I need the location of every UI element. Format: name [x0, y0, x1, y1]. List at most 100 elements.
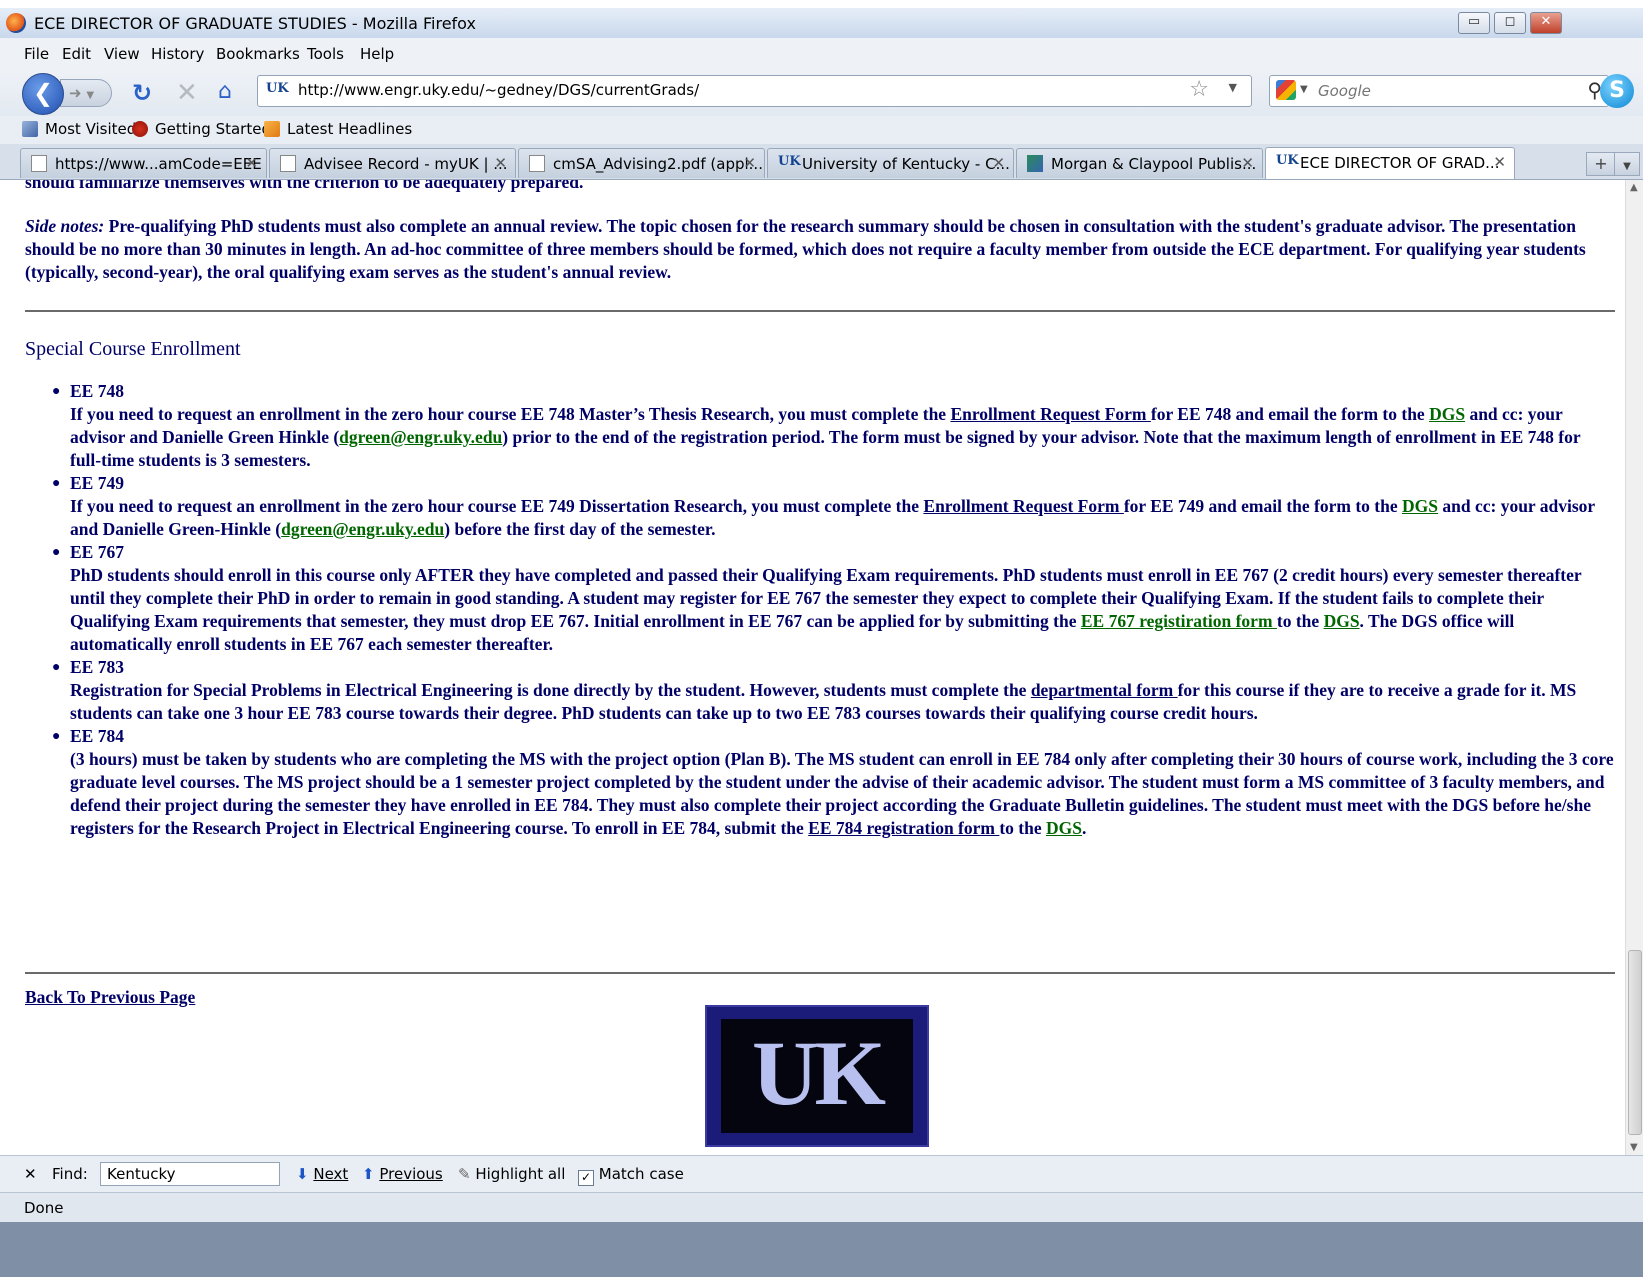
uk-logo: UK [705, 1005, 929, 1147]
close-tab-icon[interactable]: ✕ [245, 154, 258, 172]
find-previous-button[interactable]: ⬆ Previous [362, 1165, 443, 1183]
page-content: should familiarize themselves with the c… [15, 180, 1625, 1155]
tab-3[interactable]: cmSA_Advising2.pdf (appl... ✕ [518, 148, 765, 178]
skype-icon[interactable]: S [1600, 74, 1634, 108]
close-window-button[interactable]: ✕ [1530, 12, 1562, 34]
tab-5[interactable]: Morgan & Claypool Publis... ✕ [1016, 148, 1263, 178]
tab-1[interactable]: https://www...amCode=EEE ✕ [20, 148, 267, 178]
home-button[interactable]: ⌂ [218, 79, 232, 104]
bookmarks-toolbar: Most Visited Getting Started Latest Head… [0, 116, 1643, 144]
rss-feed-icon [264, 121, 280, 137]
menu-bookmarks[interactable]: Bookmarks [216, 45, 300, 63]
enrollment-request-form-link[interactable]: Enrollment Request Form [950, 404, 1150, 424]
back-arrow-icon: ❮ [32, 79, 54, 107]
bookmark-latest-headlines[interactable]: Latest Headlines [264, 120, 412, 138]
close-tab-icon[interactable]: ✕ [743, 154, 756, 172]
close-tab-icon[interactable]: ✕ [1493, 153, 1506, 171]
menu-view[interactable]: View [104, 45, 140, 63]
home-icon: ⌂ [218, 79, 232, 104]
list-item-ee784: ● EE 784 (3 hours) must be taken by stud… [52, 726, 1614, 838]
menu-tools[interactable]: Tools [307, 45, 344, 63]
list-item-ee783: ● EE 783 Registration for Special Proble… [52, 656, 1615, 725]
enrollment-request-form-link[interactable]: Enrollment Request Form [923, 496, 1123, 516]
desktop-background [0, 1222, 1643, 1277]
side-notes-paragraph: Side notes: Pre-qualifying PhD students … [25, 216, 1586, 282]
course-code: EE 749 [70, 473, 124, 493]
minimize-button[interactable]: ▭ [1458, 12, 1490, 34]
bookmark-most-visited[interactable]: Most Visited [22, 120, 136, 138]
ee784-registration-form-link[interactable]: EE 784 registration form [808, 818, 999, 838]
menu-edit[interactable]: Edit [62, 45, 91, 63]
course-code: EE 784 [70, 726, 124, 746]
window-title: ECE DIRECTOR OF GRADUATE STUDIES - Mozil… [34, 14, 476, 33]
chevron-down-icon: ▼ [1623, 161, 1631, 172]
site-identity-icon[interactable]: UK [266, 81, 289, 96]
close-find-bar-icon[interactable]: ✕ [24, 1165, 37, 1183]
scroll-up-icon[interactable]: ▲ [1630, 182, 1638, 193]
publisher-icon [1027, 155, 1043, 172]
back-button[interactable]: ❮ [22, 73, 64, 115]
back-to-previous-page-link[interactable]: Back To Previous Page [25, 987, 195, 1007]
menu-help[interactable]: Help [360, 45, 394, 63]
scroll-down-icon[interactable]: ▼ [1630, 1142, 1638, 1153]
course-description: (3 hours) must be taken by students who … [70, 749, 1614, 838]
page-icon [529, 155, 545, 172]
search-input[interactable] [1316, 79, 1550, 103]
dgs-link[interactable]: DGS [1429, 404, 1465, 424]
most-visited-icon [22, 121, 38, 137]
url-bar[interactable]: UK http://www.engr.uky.edu/~gedney/DGS/c… [257, 75, 1252, 107]
find-bar: ✕ Find: ⬇ Next ⬆ Previous ✎ Highlight al… [0, 1155, 1643, 1193]
uk-logo-text: UK [752, 1022, 886, 1124]
ee767-registration-form-link[interactable]: EE 767 registiration form [1081, 611, 1277, 631]
course-description: If you need to request an enrollment in … [70, 496, 1595, 539]
search-bar[interactable]: ▼ ⚲ [1269, 75, 1609, 107]
menu-history[interactable]: History [151, 45, 204, 63]
vertical-scrollbar[interactable]: ▲ ▼ [1625, 180, 1643, 1155]
divider [25, 972, 1615, 974]
menu-file[interactable]: File [24, 45, 49, 63]
menu-bar: File Edit View History Bookmarks Tools H… [0, 38, 1643, 70]
bookmark-getting-started[interactable]: Getting Started [132, 120, 271, 138]
course-description: Registration for Special Problems in Ele… [70, 680, 1577, 723]
dgs-link[interactable]: DGS [1402, 496, 1438, 516]
course-list: ● EE 748 If you need to request an enrol… [15, 380, 1615, 840]
history-dropdown-icon[interactable]: ▼ [86, 90, 94, 101]
tab-4[interactable]: UK University of Kentucky - C... ✕ [767, 148, 1014, 178]
tab-6-active[interactable]: UK ECE DIRECTOR OF GRAD... ✕ [1265, 147, 1515, 179]
tab-2[interactable]: Advisee Record - myUK | ... ✕ [269, 148, 516, 178]
departmental-form-link[interactable]: departmental form [1031, 680, 1178, 700]
forward-button[interactable]: ➜ ▼ [60, 79, 112, 107]
reload-button[interactable]: ↻ [132, 79, 152, 107]
close-tab-icon[interactable]: ✕ [1241, 154, 1254, 172]
find-next-button[interactable]: ⬇ Next [296, 1165, 348, 1183]
email-link[interactable]: dgreen@engr.uky.edu [339, 427, 502, 447]
checkbox-checked-icon[interactable]: ✓ [578, 1170, 594, 1186]
list-all-tabs-button[interactable]: ▼ [1614, 152, 1640, 176]
bookmark-star-icon[interactable]: ☆ [1189, 77, 1209, 102]
search-engine-icon[interactable] [1276, 80, 1296, 100]
close-tab-icon[interactable]: ✕ [992, 154, 1005, 172]
arrow-down-icon: ⬇ [296, 1165, 309, 1183]
find-label: Find: [52, 1165, 88, 1183]
stop-icon: ✕ [176, 78, 198, 108]
list-item-ee748: ● EE 748 If you need to request an enrol… [52, 380, 1615, 472]
search-engine-dropdown-icon[interactable]: ▼ [1300, 84, 1308, 95]
url-text[interactable]: http://www.engr.uky.edu/~gedney/DGS/curr… [298, 81, 699, 99]
find-input[interactable] [100, 1162, 280, 1186]
uk-icon: UK [778, 154, 801, 169]
forward-arrow-icon: ➜ [69, 84, 82, 102]
uk-icon: UK [1276, 153, 1299, 168]
url-dropdown-icon[interactable]: ▼ [1229, 81, 1237, 94]
maximize-button[interactable]: ◻ [1494, 12, 1526, 34]
close-tab-icon[interactable]: ✕ [494, 154, 507, 172]
highlight-all-button[interactable]: ✎ Highlight all [458, 1165, 565, 1183]
list-item-ee767: ● EE 767 PhD students should enroll in t… [52, 541, 1615, 656]
match-case-checkbox[interactable]: ✓ Match case [578, 1165, 684, 1186]
new-tab-button[interactable]: + [1586, 152, 1616, 176]
dgs-link[interactable]: DGS [1324, 611, 1360, 631]
stop-button[interactable]: ✕ [176, 78, 198, 108]
course-description: PhD students should enroll in this cours… [70, 565, 1582, 654]
scrollbar-thumb[interactable] [1628, 950, 1642, 1135]
dgs-link[interactable]: DGS [1046, 818, 1082, 838]
email-link[interactable]: dgreen@engr.uky.edu [281, 519, 444, 539]
